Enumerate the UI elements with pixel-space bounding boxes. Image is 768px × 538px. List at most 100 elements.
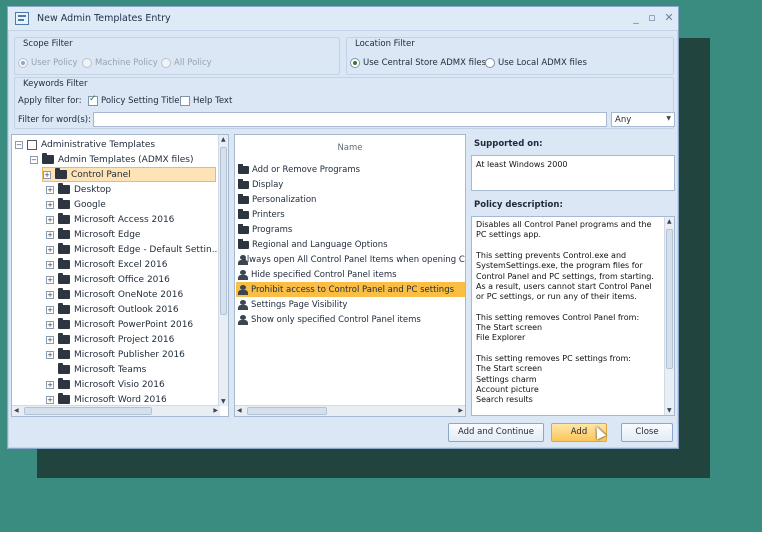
list-item[interactable]: Always open All Control Panel Items when… — [236, 252, 465, 267]
collapse-icon[interactable]: − — [15, 140, 23, 149]
tree-item[interactable]: +Microsoft Teams — [46, 362, 146, 377]
tree-item[interactable]: + Control Panel — [42, 167, 216, 182]
tree-item[interactable]: + Google — [46, 197, 106, 212]
expand-icon[interactable]: + — [46, 185, 54, 194]
tree-item-label: Microsoft Publisher 2016 — [74, 349, 185, 360]
checkbox-help-text[interactable]: Help Text — [180, 96, 232, 106]
list-item[interactable]: Printers — [236, 207, 465, 222]
list-item-label: Display — [252, 179, 284, 190]
expand-icon[interactable]: + — [46, 245, 54, 254]
title-bar[interactable]: New Admin Templates Entry _ ▫ ✕ — [8, 7, 678, 31]
tree-item[interactable]: + Microsoft Edge — [46, 227, 140, 242]
radio-user-policy[interactable]: User Policy — [18, 58, 78, 68]
description-line: File Explorer — [476, 333, 526, 343]
tree-root[interactable]: − Administrative Templates — [15, 137, 155, 152]
template-tree[interactable]: − Administrative Templates − Admin Templ… — [11, 134, 229, 417]
tree-item[interactable]: + Microsoft Excel 2016 — [46, 257, 167, 272]
templates-icon — [27, 139, 37, 150]
list-item[interactable]: Prohibit access to Control Panel and PC … — [236, 282, 465, 297]
tree-horizontal-scrollbar[interactable]: ◀ ▶ — [12, 405, 220, 416]
radio-machine-policy[interactable]: Machine Policy — [82, 58, 158, 68]
checkbox-policy-setting-title[interactable]: Policy Setting Title — [88, 94, 180, 106]
expand-icon[interactable]: + — [46, 350, 54, 359]
folder-icon — [238, 163, 249, 174]
folder-icon — [238, 193, 249, 204]
tree-admx[interactable]: − Admin Templates (ADMX files) — [30, 152, 193, 167]
tree-item[interactable]: + Microsoft Outlook 2016 — [46, 302, 179, 317]
supported-on-label: Supported on: — [474, 139, 543, 149]
list-item[interactable]: Show only specified Control Panel items — [236, 312, 465, 327]
match-mode-select[interactable]: Any ▼ — [611, 112, 675, 127]
tree-item[interactable]: + Microsoft Edge - Default Settin... — [46, 242, 220, 257]
list-item[interactable]: Settings Page Visibility — [236, 297, 465, 312]
scroll-right-icon[interactable]: ▶ — [458, 407, 463, 414]
policy-description-box[interactable]: Disables all Control Panel programs and … — [471, 216, 675, 416]
scroll-thumb[interactable] — [220, 147, 227, 315]
folder-icon — [55, 168, 67, 179]
tree-item-label: Desktop — [74, 184, 112, 195]
list-item[interactable]: Personalization — [236, 192, 465, 207]
expand-icon[interactable]: + — [46, 380, 54, 389]
tree-item[interactable]: + Microsoft Office 2016 — [46, 272, 170, 287]
tree-item-label: Microsoft Project 2016 — [74, 334, 175, 345]
tree-item-label: Microsoft Outlook 2016 — [74, 304, 179, 315]
radio-central-store[interactable]: Use Central Store ADMX files — [350, 58, 486, 68]
filter-words-input[interactable] — [93, 112, 607, 127]
scroll-right-icon[interactable]: ▶ — [213, 407, 218, 414]
folder-icon — [58, 273, 70, 284]
scroll-down-icon[interactable]: ▼ — [667, 407, 672, 414]
tree-item-label: Microsoft Word 2016 — [74, 394, 167, 405]
expand-icon[interactable]: + — [46, 215, 54, 224]
tree-item[interactable]: + Desktop — [46, 182, 111, 197]
list-header-name[interactable]: Name — [235, 143, 465, 153]
folder-icon — [58, 288, 70, 299]
scroll-left-icon[interactable]: ◀ — [237, 407, 242, 414]
list-item[interactable]: Programs — [236, 222, 465, 237]
expand-icon[interactable]: + — [46, 335, 54, 344]
add-and-continue-button[interactable]: Add and Continue — [448, 423, 544, 442]
close-icon[interactable]: ✕ — [663, 12, 675, 24]
maximize-icon[interactable]: ▫ — [646, 12, 658, 24]
expand-icon[interactable]: + — [46, 290, 54, 299]
expand-icon[interactable]: + — [43, 170, 51, 179]
radio-icon — [18, 58, 28, 68]
close-button[interactable]: Close — [621, 423, 673, 442]
expand-icon[interactable]: + — [46, 230, 54, 239]
list-item[interactable]: Regional and Language Options — [236, 237, 465, 252]
scroll-down-icon[interactable]: ▼ — [221, 398, 226, 405]
scroll-up-icon[interactable]: ▲ — [667, 218, 672, 225]
tree-item[interactable]: + Microsoft Publisher 2016 — [46, 347, 185, 362]
scroll-thumb[interactable] — [666, 229, 673, 369]
scroll-thumb[interactable] — [24, 407, 152, 415]
expand-icon[interactable]: + — [46, 260, 54, 269]
radio-all-policy[interactable]: All Policy — [161, 58, 212, 68]
description-scrollbar[interactable]: ▲ ▼ — [664, 217, 674, 415]
list-item[interactable]: Display — [236, 177, 465, 192]
tree-item[interactable]: + Microsoft Visio 2016 — [46, 377, 165, 392]
tree-vertical-scrollbar[interactable]: ▲ ▼ — [218, 135, 228, 406]
list-item-label: Personalization — [252, 194, 317, 205]
supported-on-value: At least Windows 2000 — [476, 160, 568, 169]
tree-item[interactable]: + Microsoft OneNote 2016 — [46, 287, 183, 302]
scroll-up-icon[interactable]: ▲ — [221, 136, 226, 143]
minimize-icon[interactable]: _ — [630, 12, 642, 24]
policy-setting-icon — [238, 269, 248, 280]
radio-local-admx[interactable]: Use Local ADMX files — [485, 58, 587, 68]
tree-item[interactable]: + Microsoft Project 2016 — [46, 332, 174, 347]
policy-list[interactable]: Name Add or Remove Programs Display Person… — [234, 134, 466, 417]
expand-icon[interactable]: + — [46, 200, 54, 209]
list-item[interactable]: Hide specified Control Panel items — [236, 267, 465, 282]
expand-icon[interactable]: + — [46, 320, 54, 329]
expand-icon[interactable]: + — [46, 395, 54, 404]
expand-icon[interactable]: + — [46, 275, 54, 284]
description-line: or PC settings, or run any of their item… — [476, 292, 637, 302]
collapse-icon[interactable]: − — [30, 155, 38, 164]
scroll-left-icon[interactable]: ◀ — [14, 407, 19, 414]
list-item[interactable]: Add or Remove Programs — [236, 162, 465, 177]
expand-icon[interactable]: + — [46, 305, 54, 314]
scroll-thumb[interactable] — [247, 407, 327, 415]
tree-item[interactable]: + Microsoft Access 2016 — [46, 212, 174, 227]
description-line: As a result, users cannot start Control … — [476, 281, 652, 291]
list-horizontal-scrollbar[interactable]: ◀ ▶ — [235, 405, 465, 416]
tree-item[interactable]: + Microsoft PowerPoint 2016 — [46, 317, 193, 332]
